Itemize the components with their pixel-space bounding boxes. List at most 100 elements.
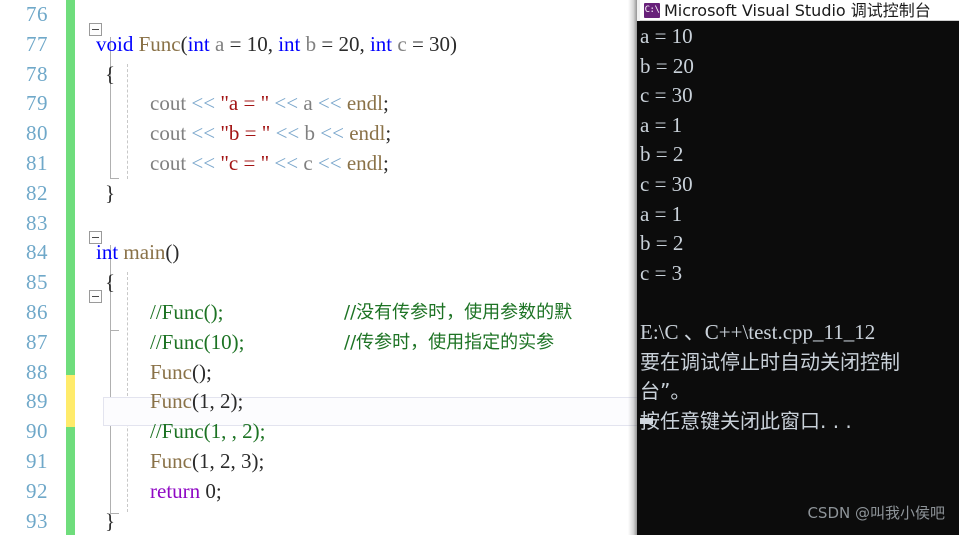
console-output-line: b = 2 — [640, 231, 684, 256]
token-comment: //Func(10); — [150, 329, 245, 354]
code-text: Func(1, 2, 3); — [150, 447, 264, 477]
token-brace: } — [105, 508, 116, 533]
code-text: Func(); — [150, 358, 212, 388]
console-output-line: b = 2 — [640, 142, 684, 167]
token-identifier: b — [305, 31, 317, 56]
console-output-line: E:\C 、C++\test.cpp_11_12 — [640, 319, 876, 344]
token-keyword: int — [278, 31, 301, 56]
code-text: return 0; — [150, 477, 222, 507]
token-brace: { — [105, 270, 116, 295]
console-output-area[interactable]: a = 10 b = 20 c = 30 a = 1 b = 2 c = 30 … — [637, 22, 959, 535]
token-operator: << — [317, 91, 342, 116]
token-punct: , — [209, 389, 220, 414]
token-brace: { — [105, 61, 116, 86]
token-operator: << — [320, 121, 344, 146]
token-number: 3 — [241, 448, 252, 473]
code-text: //Func(1, , 2); — [150, 417, 266, 447]
code-text: //Func(); — [150, 298, 224, 328]
line-number: 87 — [26, 329, 48, 354]
token-number: 2 — [220, 448, 231, 473]
token-identifier: cout — [150, 91, 187, 116]
token-operator: << — [191, 91, 216, 116]
line-number: 77 — [26, 31, 48, 56]
console-output-blank-line — [640, 288, 959, 318]
code-text: cout << "b = " << b << endl; — [150, 119, 391, 149]
token-punct: ( — [192, 389, 199, 414]
token-number: 20 — [338, 31, 360, 56]
token-number: 10 — [246, 31, 268, 56]
console-output-line: 按任意键关闭此窗口. . . — [640, 408, 852, 433]
line-number: 89 — [26, 389, 48, 414]
token-operator: << — [274, 91, 299, 116]
token-punct: , — [209, 448, 220, 473]
token-punct: ); — [230, 389, 244, 414]
token-punct: ; — [385, 121, 392, 146]
line-number: 81 — [26, 150, 48, 175]
code-text: Func(1, 2); — [150, 387, 243, 417]
token-identifier: c — [397, 31, 407, 56]
line-number: 84 — [26, 240, 48, 265]
code-comment-cn: //没有传参时，使用参数的默 — [344, 301, 573, 323]
cmd-console-icon: C:\ — [644, 3, 660, 18]
token-identifier: c — [303, 150, 313, 175]
code-text: } — [105, 507, 115, 535]
token-function: main — [123, 240, 166, 265]
token-punct: , — [230, 448, 241, 473]
line-number: 86 — [26, 299, 48, 324]
token-brace: } — [105, 180, 116, 205]
console-title: Microsoft Visual Studio 调试控制台 — [664, 1, 931, 20]
token-keyword: int — [187, 31, 210, 56]
code-text: cout << "a = " << a << endl; — [150, 89, 389, 119]
line-number: 90 — [26, 419, 48, 444]
console-title-bar[interactable]: C:\ Microsoft Visual Studio 调试控制台 — [637, 0, 959, 21]
token-keyword: int — [96, 240, 119, 265]
token-number: 30 — [429, 31, 451, 56]
token-punct: , — [359, 31, 370, 56]
token-number: 2 — [220, 389, 231, 414]
token-keyword: return — [150, 478, 201, 503]
token-keyword: void — [96, 31, 134, 56]
csdn-watermark: CSDN @叫我小侯吧 — [807, 504, 945, 522]
code-text: { — [105, 60, 115, 90]
token-punct: ); — [251, 448, 265, 473]
token-operator: << — [317, 150, 342, 175]
line-number: 78 — [26, 61, 48, 86]
token-operator: = — [224, 31, 247, 56]
line-number: 93 — [26, 508, 48, 533]
console-output-line: a = 10 — [640, 24, 693, 48]
token-identifier: cout — [150, 121, 187, 146]
token-operator: << — [191, 121, 216, 146]
token-punct: (); — [192, 359, 212, 384]
token-function: Func — [150, 359, 192, 384]
token-comment: //Func(1, , 2); — [150, 419, 266, 444]
console-output-line: a = 1 — [640, 112, 683, 137]
token-number: 0 — [205, 478, 216, 503]
line-number: 83 — [26, 210, 48, 235]
token-function: Func — [138, 31, 181, 56]
token-identifier: cout — [150, 150, 187, 175]
line-number: 79 — [26, 91, 48, 116]
token-identifier: b — [304, 121, 316, 146]
line-number: 88 — [26, 359, 48, 384]
debug-console-window[interactable]: C:\ Microsoft Visual Studio 调试控制台 a = 10… — [637, 0, 959, 535]
token-punct: , — [267, 31, 279, 56]
token-comment: //Func(); — [150, 299, 224, 324]
token-operator: << — [275, 121, 300, 146]
token-number: 1 — [199, 389, 210, 414]
console-output-line: c = 30 — [640, 171, 693, 196]
line-number: 82 — [26, 180, 48, 205]
token-string: "a = " — [220, 91, 270, 116]
code-text: } — [105, 179, 115, 209]
token-function: Func — [150, 448, 192, 473]
token-punct: ; — [383, 91, 389, 116]
code-text: cout << "c = " << c << endl; — [150, 149, 389, 179]
token-identifier: endl — [346, 150, 384, 175]
token-number: 1 — [199, 448, 210, 473]
token-punct: ; — [215, 478, 222, 503]
token-identifier: a — [303, 91, 313, 116]
token-operator: << — [274, 150, 299, 175]
console-output-line: c = 30 — [640, 83, 693, 108]
token-keyword: int — [369, 31, 393, 56]
token-punct: ( — [192, 448, 199, 473]
token-function: Func — [150, 389, 192, 414]
